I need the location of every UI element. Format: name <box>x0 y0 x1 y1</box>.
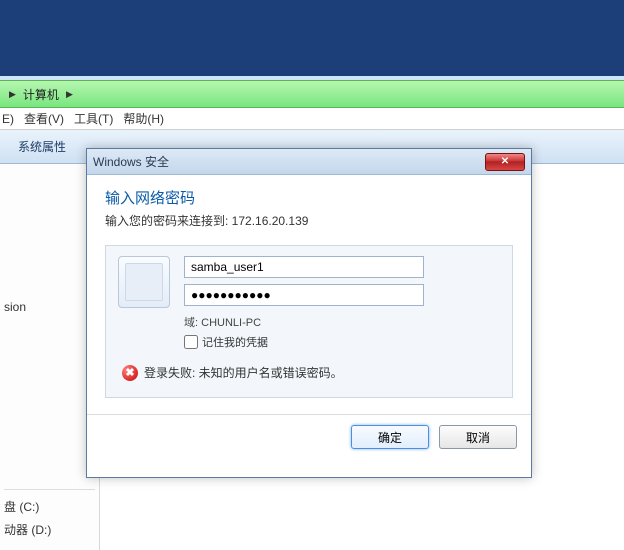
breadcrumb[interactable]: ▶ 计算机 ▶ <box>0 80 624 108</box>
ok-button[interactable]: 确定 <box>351 425 429 449</box>
sidebar: sion 盘 (C:) 动器 (D:) <box>0 164 100 550</box>
sidebar-item[interactable]: sion <box>4 300 95 314</box>
cancel-button[interactable]: 取消 <box>439 425 517 449</box>
error-icon: ✖ <box>122 365 138 381</box>
menu-edit[interactable]: E) <box>2 112 14 126</box>
breadcrumb-root[interactable]: 计算机 <box>19 86 63 103</box>
user-icon <box>125 263 163 301</box>
remember-credentials[interactable]: 记住我的凭据 <box>184 334 500 350</box>
remember-checkbox[interactable] <box>184 335 198 349</box>
avatar <box>118 256 170 308</box>
remember-label: 记住我的凭据 <box>202 334 268 350</box>
dialog-buttons: 确定 取消 <box>87 415 531 459</box>
sidebar-drive-d[interactable]: 动器 (D:) <box>4 521 95 538</box>
dialog-heading: 输入网络密码 <box>105 187 513 208</box>
sidebar-divider <box>4 489 95 490</box>
sidebar-drive-c[interactable]: 盘 (C:) <box>4 498 95 515</box>
domain-label: 域: CHUNLI-PC <box>184 314 500 330</box>
dialog-subtext: 输入您的密码来连接到: 172.16.20.139 <box>105 212 513 229</box>
error-text: 登录失败: 未知的用户名或错误密码。 <box>144 364 343 381</box>
chevron-right-icon: ▶ <box>6 89 19 100</box>
error-line: ✖ 登录失败: 未知的用户名或错误密码。 <box>118 364 500 381</box>
toolbar-system-properties[interactable]: 系统属性 <box>18 138 66 155</box>
password-field[interactable] <box>184 284 424 306</box>
window-titlebar <box>0 0 624 77</box>
dialog-title: Windows 安全 <box>93 153 169 170</box>
menubar: E) 查看(V) 工具(T) 帮助(H) <box>0 108 624 130</box>
dialog-titlebar[interactable]: Windows 安全 ✕ <box>87 149 531 175</box>
chevron-right-icon: ▶ <box>63 89 76 100</box>
menu-view[interactable]: 查看(V) <box>24 110 64 127</box>
close-button[interactable]: ✕ <box>485 153 525 171</box>
credentials-box: 域: CHUNLI-PC 记住我的凭据 ✖ 登录失败: 未知的用户名或错误密码。 <box>105 245 513 398</box>
credentials-dialog: Windows 安全 ✕ 输入网络密码 输入您的密码来连接到: 172.16.2… <box>86 148 532 478</box>
username-field[interactable] <box>184 256 424 278</box>
menu-tools[interactable]: 工具(T) <box>74 110 113 127</box>
menu-help[interactable]: 帮助(H) <box>123 110 164 127</box>
close-icon: ✕ <box>501 156 509 167</box>
